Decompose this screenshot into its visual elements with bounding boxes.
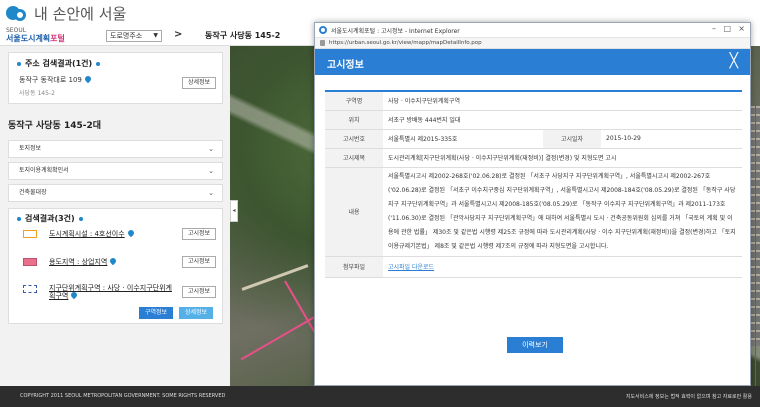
attachment-download-link[interactable]: 고시파일 다운로드 (388, 264, 434, 271)
map-road (241, 264, 309, 291)
popup-title: 고시정보 (327, 60, 364, 71)
notice-content-value: 서울특별시고시 제2002-268호('02.06.28)로 결정된 「서초구 … (383, 167, 742, 257)
bullet-icon (96, 61, 101, 66)
notice-info-button[interactable]: 고시정보 (182, 228, 216, 240)
row-label: 고시일자 (543, 129, 601, 149)
table-row: 고시번호 서울특별시 제2015-335호 고시일자 2015-10-29 (325, 129, 742, 149)
brand-main: 서울도시계획 (6, 34, 51, 43)
accordion-land-info[interactable]: 토지정보 ⌄ (8, 140, 223, 158)
legend-swatch (23, 230, 37, 238)
table-row: 위치 서초구 방배동 444번지 일대 (325, 110, 742, 130)
left-panel: 주소 검색결과(1건) 동작구 동작대로 109 사당동 145-2 상세정보 … (0, 46, 230, 386)
panel-collapse-toggle[interactable]: ◂ (230, 200, 238, 222)
search-results-title: 검색결과(3건) (13, 213, 83, 224)
portal-brand[interactable]: SEOUL 서울도시계획포털 (6, 27, 65, 43)
map-pin-icon[interactable] (110, 258, 116, 266)
seoul-logo-icon (6, 4, 30, 24)
result-row-zoning: 용도지역 : 상업지역 고시정보 (19, 255, 219, 269)
url-text: https://urban.seoul.go.kr/view/mapp/mapD… (329, 40, 482, 46)
address-results-title: 주소 검색결과(1건) (13, 58, 101, 69)
copyright-text: COPYRIGHT 2011 SEOUL METROPOLITAN GOVERN… (20, 393, 226, 399)
bullet-icon (17, 61, 21, 66)
popup-header: 고시정보 ╳ (315, 49, 750, 75)
lock-icon (320, 40, 325, 46)
legend-swatch (23, 285, 37, 293)
bullet-icon (78, 216, 83, 221)
notice-date-value: 2015-10-29 (601, 129, 742, 149)
table-row: 고시제목 도시관리계획[지구단위계획(사당 · 이수지구단위계획(재정비)] 결… (325, 148, 742, 168)
map-pin-icon[interactable] (71, 292, 77, 300)
browser-icon (319, 26, 327, 34)
location-title: 동작구 사당동 145-2 (205, 31, 281, 40)
sub-header: SEOUL 서울도시계획포털 도로명주소 ▼ > 동작구 사당동 145-2 (0, 26, 315, 46)
chevron-left-icon: ◂ (232, 207, 236, 214)
disclaimer-text: 지도서비스에 정보는 법적 효력이 없으며 참고 자료로만 활용 (625, 394, 752, 400)
location-value: 서초구 방배동 444번지 일대 (383, 110, 742, 130)
chevron-down-icon: ⌄ (208, 145, 214, 153)
result-row-district-plan: 지구단위계획구역 : 사당 · 이수지구단위계획구역 고시정보 (19, 282, 219, 302)
logo-text: 내 손안에 서울 (34, 5, 127, 23)
result-label[interactable]: 지구단위계획구역 : 사당 · 이수지구단위계획구역 (49, 284, 177, 300)
search-results-box: 검색결과(3건) 도시계획시설 : 4호선이수 고시정보 용도지역 : 상업지역… (8, 208, 223, 324)
row-label: 구역명 (325, 90, 383, 111)
window-close-button[interactable]: × (738, 24, 745, 33)
history-button[interactable]: 이력보기 (507, 337, 563, 353)
row-label: 고시제목 (325, 148, 383, 168)
notice-title-value: 도시관리계획[지구단위계획(사당 · 이수지구단위계획(재정비)] 결정(변경)… (383, 148, 742, 168)
zone-name-value: 사당 · 이수지구단위계획구역 (383, 90, 742, 111)
result-label[interactable]: 용도지역 : 상업지역 (49, 257, 116, 267)
table-row: 구역명 사당 · 이수지구단위계획구역 (325, 90, 742, 111)
notice-info-popup: 서울도시계획포털 : 고시정보 - Internet Explorer – □ … (314, 22, 751, 386)
address-results-box: 주소 검색결과(1건) 동작구 동작대로 109 사당동 145-2 상세정보 (8, 52, 223, 104)
chevron-down-icon: ▼ (153, 32, 158, 39)
brand-suffix: 포털 (50, 34, 65, 43)
notice-info-button[interactable]: 고시정보 (182, 286, 216, 298)
chevron-right-icon: > (174, 29, 183, 40)
lot-address: 사당동 145-2 (19, 90, 55, 97)
map-pin-icon[interactable] (85, 76, 91, 84)
accordion-land-use-plan[interactable]: 토지이용계획확인서 ⌄ (8, 162, 223, 180)
map-pin-icon[interactable] (128, 230, 134, 238)
chevron-down-icon: ⌄ (208, 167, 214, 175)
map-boundary-line (755, 86, 756, 386)
table-row: 첨부파일 고시파일 다운로드 (325, 256, 742, 278)
seoul-logo[interactable]: 내 손안에 서울 (6, 3, 126, 24)
zone-info-button[interactable]: 구역정보 (139, 307, 173, 319)
legend-swatch (23, 258, 37, 266)
row-label: 고시번호 (325, 129, 383, 149)
close-icon[interactable]: ╳ (730, 53, 738, 69)
chevron-down-icon: ⌄ (208, 189, 214, 197)
row-label: 첨부파일 (325, 256, 383, 278)
window-titlebar[interactable]: 서울도시계획포털 : 고시정보 - Internet Explorer – □ … (315, 23, 750, 38)
road-address[interactable]: 동작구 동작대로 109 (19, 75, 91, 85)
bullet-icon (17, 216, 21, 221)
row-label: 위치 (325, 110, 383, 130)
address-type-value: 도로명주소 (110, 32, 143, 40)
accordion-building-register[interactable]: 건축물대장 ⌄ (8, 184, 223, 202)
window-title: 서울도시계획포털 : 고시정보 - Internet Explorer (331, 28, 460, 35)
row-label: 내용 (325, 167, 383, 257)
result-row-urban-facility: 도시계획시설 : 4호선이수 고시정보 (19, 227, 219, 241)
notice-info-button[interactable]: 고시정보 (182, 256, 216, 268)
notice-number-value: 서울특별시 제2015-335호 (383, 129, 543, 149)
maximize-button[interactable]: □ (723, 24, 731, 33)
parcel-heading: 동작구 사당동 145-2대 (8, 121, 102, 131)
address-type-select[interactable]: 도로명주소 ▼ (106, 30, 162, 42)
detail-info-button-2[interactable]: 상세정보 (179, 307, 213, 319)
result-label[interactable]: 도시계획시설 : 4호선이수 (49, 229, 134, 239)
notice-info-table: 구역명 사당 · 이수지구단위계획구역 위치 서초구 방배동 444번지 일대 … (325, 90, 742, 278)
detail-info-button[interactable]: 상세정보 (182, 77, 216, 89)
address-bar[interactable]: https://urban.seoul.go.kr/view/mapp/mapD… (315, 38, 750, 49)
table-row: 내용 서울특별시고시 제2002-268호('02.06.28)로 결정된 「서… (325, 167, 742, 257)
page-footer: COPYRIGHT 2011 SEOUL METROPOLITAN GOVERN… (0, 386, 760, 407)
minimize-button[interactable]: – (712, 24, 716, 33)
